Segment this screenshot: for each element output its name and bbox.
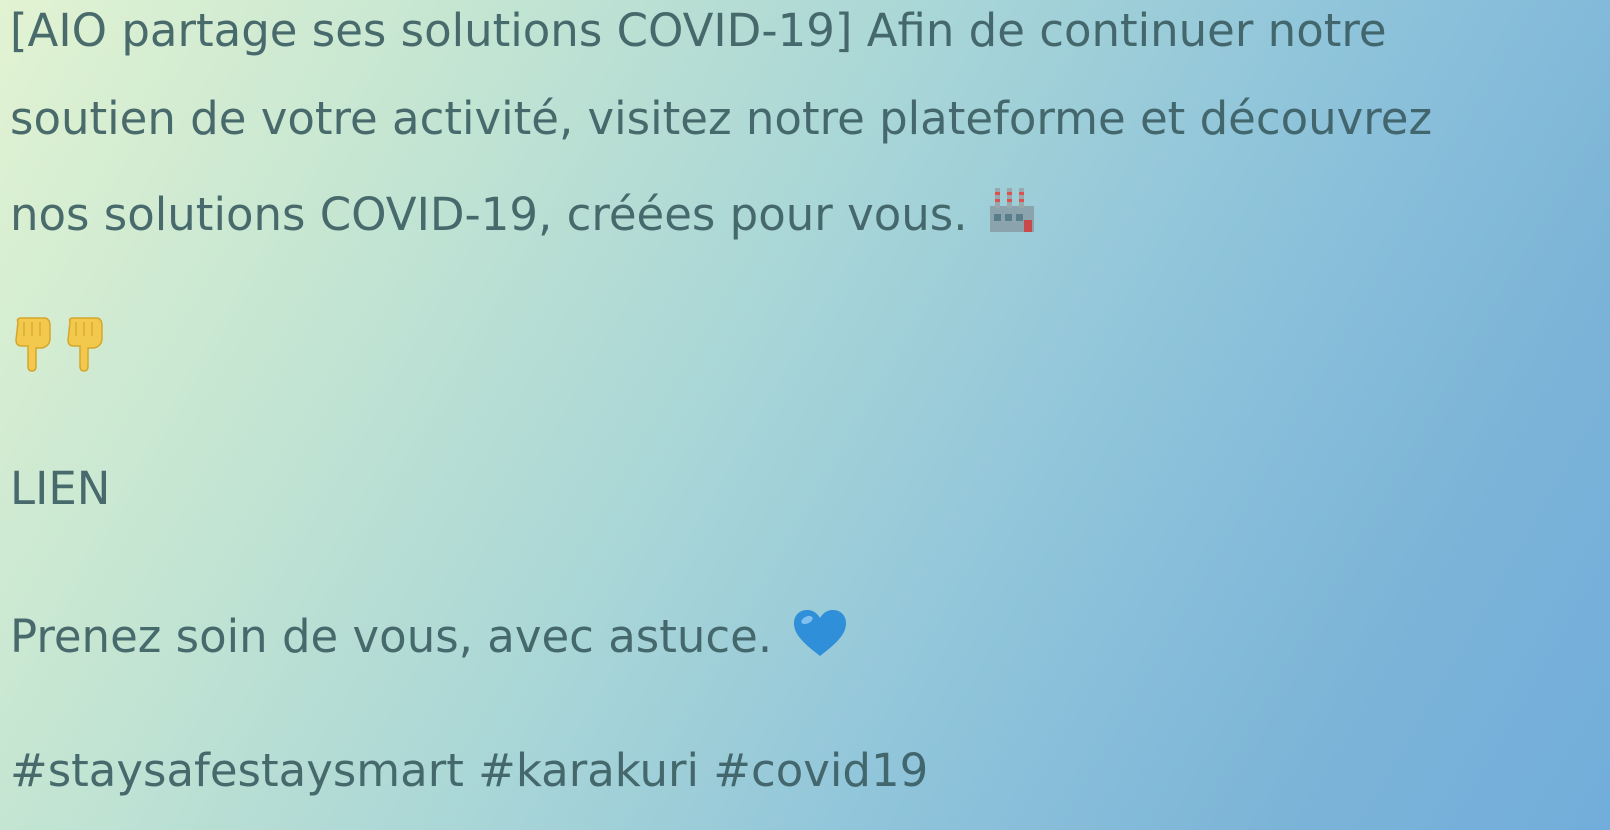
care-line-text: Prenez soin de vous, avec astuce. — [10, 610, 773, 663]
social-post: [AIO partage ses solutions COVID-19] Afi… — [0, 0, 1610, 830]
care-line: Prenez soin de vous, avec astuce. — [10, 608, 848, 660]
backhand-index-pointing-down-icon — [62, 316, 106, 372]
post-text-line-1-text: [AIO partage ses solutions COVID-19] Afi… — [10, 4, 1387, 57]
post-text-line-3: nos solutions COVID-19, créées pour vous… — [10, 184, 1038, 237]
hashtags-text[interactable]: #staysafestaysmart #karakuri #covid19 — [10, 744, 928, 797]
post-link[interactable]: LIEN — [10, 466, 110, 511]
blue-heart-icon — [792, 608, 848, 660]
post-text-line-3-text: nos solutions COVID-19, créées pour vous… — [10, 188, 968, 241]
backhand-index-pointing-down-icon — [10, 316, 54, 372]
factory-icon — [986, 184, 1038, 236]
post-text-line-1: [AIO partage ses solutions COVID-19] Afi… — [10, 8, 1387, 53]
hashtags[interactable]: #staysafestaysmart #karakuri #covid19 — [10, 748, 928, 793]
post-link-label[interactable]: LIEN — [10, 462, 110, 515]
post-text-line-2-text: soutien de votre activité, visitez notre… — [10, 92, 1433, 145]
post-text-line-2: soutien de votre activité, visitez notre… — [10, 96, 1432, 141]
pointing-down-row — [10, 316, 114, 380]
